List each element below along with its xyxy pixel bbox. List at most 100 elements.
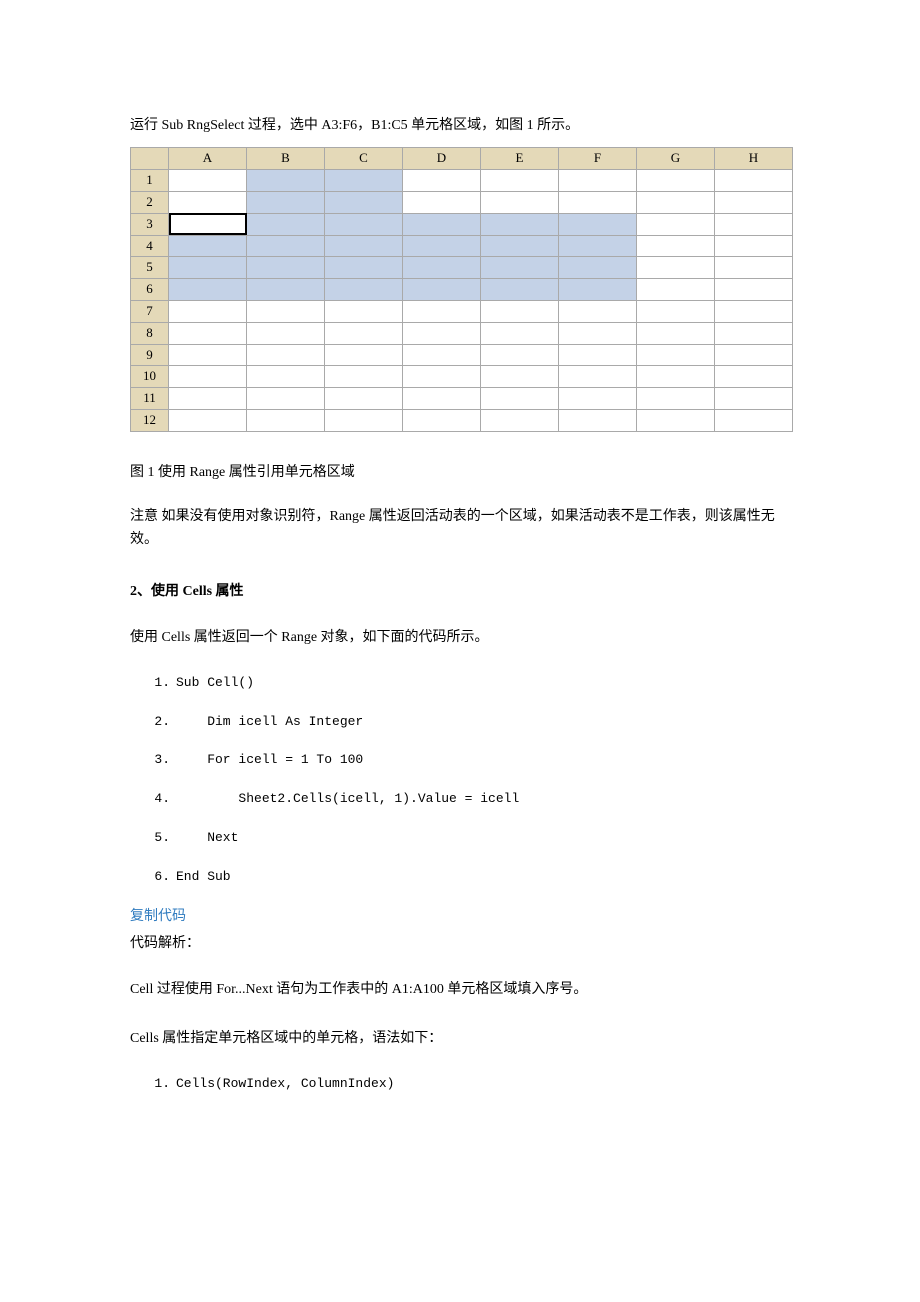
cell-E6[interactable] [481,279,559,301]
cell-B4[interactable] [247,235,325,257]
cell-B9[interactable] [247,344,325,366]
cell-E4[interactable] [481,235,559,257]
cell-H12[interactable] [715,409,793,431]
cell-C5[interactable] [325,257,403,279]
cell-D6[interactable] [403,279,481,301]
cell-G4[interactable] [637,235,715,257]
row-header-4[interactable]: 4 [131,235,169,257]
cell-F10[interactable] [559,366,637,388]
cell-F7[interactable] [559,300,637,322]
cell-G9[interactable] [637,344,715,366]
cell-B7[interactable] [247,300,325,322]
cell-F8[interactable] [559,322,637,344]
cell-B1[interactable] [247,170,325,192]
col-header-B[interactable]: B [247,148,325,170]
row-header-10[interactable]: 10 [131,366,169,388]
row-header-7[interactable]: 7 [131,300,169,322]
cell-B5[interactable] [247,257,325,279]
row-header-6[interactable]: 6 [131,279,169,301]
cell-C7[interactable] [325,300,403,322]
row-header-3[interactable]: 3 [131,213,169,235]
cell-F5[interactable] [559,257,637,279]
cell-D1[interactable] [403,170,481,192]
col-header-D[interactable]: D [403,148,481,170]
cell-A7[interactable] [169,300,247,322]
cell-B8[interactable] [247,322,325,344]
row-header-5[interactable]: 5 [131,257,169,279]
cell-A1[interactable] [169,170,247,192]
cell-D11[interactable] [403,388,481,410]
cell-D4[interactable] [403,235,481,257]
cell-C8[interactable] [325,322,403,344]
cell-E10[interactable] [481,366,559,388]
cell-B6[interactable] [247,279,325,301]
cell-F11[interactable] [559,388,637,410]
cell-D12[interactable] [403,409,481,431]
cell-H2[interactable] [715,191,793,213]
cell-E5[interactable] [481,257,559,279]
cell-B12[interactable] [247,409,325,431]
cell-C10[interactable] [325,366,403,388]
row-header-8[interactable]: 8 [131,322,169,344]
cell-F9[interactable] [559,344,637,366]
cell-H4[interactable] [715,235,793,257]
cell-A6[interactable] [169,279,247,301]
cell-C9[interactable] [325,344,403,366]
cell-E3[interactable] [481,213,559,235]
cell-C6[interactable] [325,279,403,301]
cell-G7[interactable] [637,300,715,322]
cell-C2[interactable] [325,191,403,213]
cell-H5[interactable] [715,257,793,279]
cell-D3[interactable] [403,213,481,235]
cell-G2[interactable] [637,191,715,213]
cell-B10[interactable] [247,366,325,388]
cell-C4[interactable] [325,235,403,257]
cell-B2[interactable] [247,191,325,213]
cell-E9[interactable] [481,344,559,366]
cell-H10[interactable] [715,366,793,388]
cell-A10[interactable] [169,366,247,388]
cell-G10[interactable] [637,366,715,388]
col-header-F[interactable]: F [559,148,637,170]
cell-A9[interactable] [169,344,247,366]
cell-G12[interactable] [637,409,715,431]
cell-C11[interactable] [325,388,403,410]
cell-F2[interactable] [559,191,637,213]
cell-H1[interactable] [715,170,793,192]
col-header-E[interactable]: E [481,148,559,170]
cell-F12[interactable] [559,409,637,431]
cell-C12[interactable] [325,409,403,431]
cell-H6[interactable] [715,279,793,301]
cell-E8[interactable] [481,322,559,344]
cell-D8[interactable] [403,322,481,344]
cell-D9[interactable] [403,344,481,366]
cell-E2[interactable] [481,191,559,213]
select-all-corner[interactable] [131,148,169,170]
cell-G8[interactable] [637,322,715,344]
cell-D5[interactable] [403,257,481,279]
cell-E1[interactable] [481,170,559,192]
cell-F3[interactable] [559,213,637,235]
cell-E7[interactable] [481,300,559,322]
cell-A2[interactable] [169,191,247,213]
cell-H7[interactable] [715,300,793,322]
cell-G11[interactable] [637,388,715,410]
col-header-A[interactable]: A [169,148,247,170]
cell-G6[interactable] [637,279,715,301]
row-header-12[interactable]: 12 [131,409,169,431]
cell-F6[interactable] [559,279,637,301]
cell-A11[interactable] [169,388,247,410]
cell-E12[interactable] [481,409,559,431]
cell-E11[interactable] [481,388,559,410]
cell-F1[interactable] [559,170,637,192]
col-header-H[interactable]: H [715,148,793,170]
cell-D10[interactable] [403,366,481,388]
cell-A12[interactable] [169,409,247,431]
cell-A4[interactable] [169,235,247,257]
cell-A3-active[interactable] [169,213,247,235]
cell-H11[interactable] [715,388,793,410]
cell-G3[interactable] [637,213,715,235]
copy-code-link[interactable]: 复制代码 [130,906,790,928]
row-header-11[interactable]: 11 [131,388,169,410]
col-header-G[interactable]: G [637,148,715,170]
